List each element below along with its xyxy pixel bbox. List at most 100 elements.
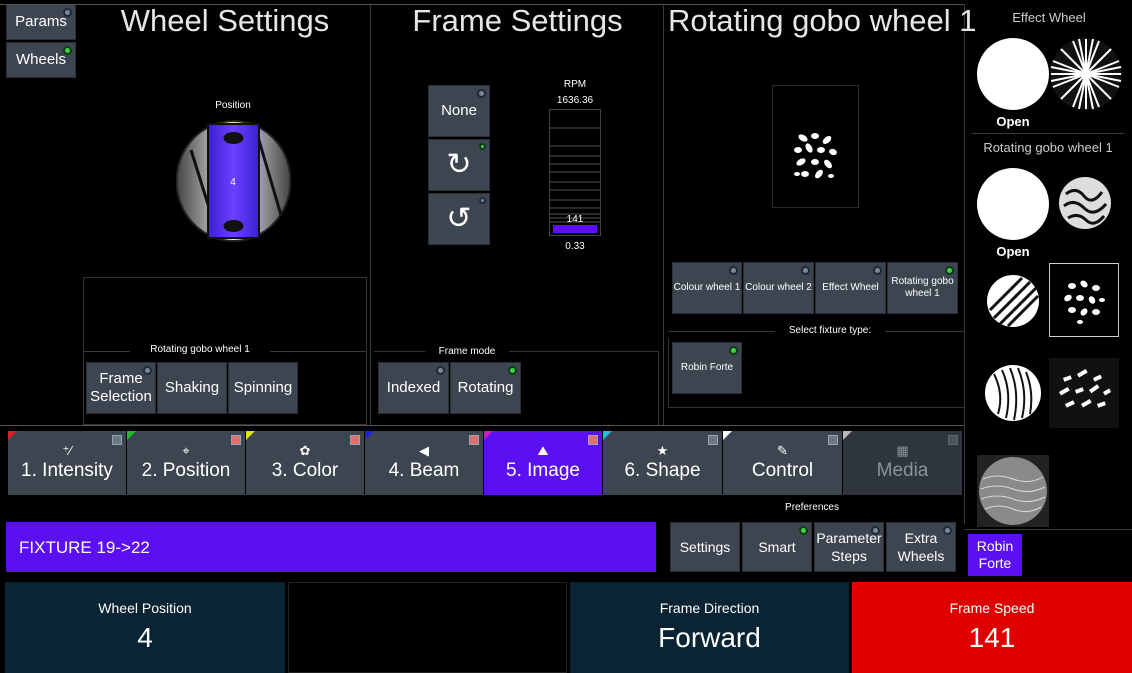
status-dot (729, 266, 738, 275)
effect-open-gobo[interactable] (977, 38, 1049, 110)
rotating-gobo-wheel-label: Rotating gobo wheel 1 (891, 276, 954, 299)
command-line[interactable]: FIXTURE 19->22 (6, 522, 656, 572)
gobo-wavy[interactable] (984, 364, 1042, 422)
status-dot (63, 46, 72, 55)
frame-speed-value: 141 (968, 622, 1016, 653)
frame-settings-title: Frame Settings (412, 3, 623, 38)
rotate-counterclockwise-icon: ↺ (446, 202, 472, 235)
gobo-squiggle[interactable] (1058, 176, 1112, 230)
colour-wheel-1-label: Colour wheel 1 (673, 282, 741, 293)
tab-indicator (350, 435, 360, 445)
image-icon: ⛰ (537, 443, 549, 458)
wheel-group-label: Rotating gobo wheel 1 (130, 344, 270, 355)
position-value: 4 (230, 177, 236, 188)
star-icon: ★ (656, 443, 669, 458)
rotating-gobo-title: Rotating gobo wheel 1 (668, 3, 977, 38)
tab-indicator (231, 435, 241, 445)
rotating-gobo-wheel-button[interactable]: Rotating gobo wheel 1 (887, 262, 958, 314)
colour-wheel-2-label: Colour wheel 2 (745, 282, 812, 293)
empty-status-box (288, 582, 567, 673)
shaking-label: Shaking (164, 379, 220, 396)
tab-indicator (708, 435, 718, 445)
position-label: Position (215, 100, 251, 111)
frame-direction-label: Frame Direction (659, 600, 760, 616)
none-button[interactable]: None (428, 85, 490, 137)
rpm-min: 0.33 (565, 241, 585, 252)
effect-open-label: Open (996, 114, 1030, 129)
tab-indicator (112, 435, 122, 445)
tab-image[interactable]: ⛰ 5. Image (484, 431, 602, 495)
frame-mode-label: Frame mode (425, 346, 509, 357)
spinning-button[interactable]: Spinning (228, 362, 298, 414)
status-dot (436, 366, 445, 375)
tab-label: 4. Beam (388, 460, 460, 481)
frame-selection-button[interactable]: Frame Selection (86, 362, 156, 414)
tab-indicator (948, 435, 958, 445)
tab-position[interactable]: ⌖ 2. Position (127, 431, 245, 495)
frame-direction-box[interactable]: Frame Direction Forward (570, 582, 849, 673)
corner-marker (603, 431, 612, 440)
status-dot (871, 526, 880, 535)
corner-marker (843, 431, 852, 440)
rotating-label: Rotating (457, 379, 514, 396)
indexed-button[interactable]: Indexed (378, 362, 449, 414)
divider (964, 4, 965, 524)
tab-indicator (588, 435, 598, 445)
fixture-list-panel (668, 338, 964, 408)
gobo-stripes[interactable] (986, 274, 1040, 328)
shaking-button[interactable]: Shaking (157, 362, 227, 414)
tab-label: Control (751, 460, 814, 481)
fixture-robin-forte[interactable]: Robin Forte (968, 534, 1022, 576)
tab-label: 2. Position (141, 460, 231, 481)
corner-marker (484, 431, 493, 440)
smart-button[interactable]: Smart (742, 522, 812, 572)
corner-marker (8, 431, 17, 440)
gobo-texture[interactable] (977, 455, 1049, 527)
corner-marker (365, 431, 374, 440)
frame-speed-label: Frame Speed (949, 600, 1035, 616)
tab-color[interactable]: ✿ 3. Color (246, 431, 364, 495)
gobo-fragments[interactable] (1049, 358, 1119, 428)
effect-wheel-palette-label: Effect Wheel (1012, 10, 1086, 25)
settings-button[interactable]: Settings (670, 522, 740, 572)
parameter-steps-button[interactable]: Parameter Steps (814, 522, 884, 572)
extra-wheels-button[interactable]: Extra Wheels (886, 522, 956, 572)
beam-icon: ◀ (419, 443, 429, 458)
rotating-button[interactable]: Rotating (450, 362, 521, 414)
tab-control[interactable]: ✎ Control (723, 431, 842, 495)
wheel-settings-title: Wheel Settings (120, 3, 330, 38)
rotating-open-label: Open (996, 244, 1030, 259)
tab-media[interactable]: ▦ Media (843, 431, 962, 495)
rotate-clockwise-button[interactable]: ↻ (428, 139, 490, 191)
status-dot (945, 266, 954, 275)
status-dot (479, 143, 486, 150)
smart-label: Smart (758, 539, 796, 555)
colour-wheel-2-button[interactable]: Colour wheel 2 (743, 262, 814, 314)
rpm-label: RPM (563, 79, 587, 90)
params-button[interactable]: Params (6, 4, 76, 40)
media-icon: ▦ (896, 443, 909, 458)
wheels-button[interactable]: Wheels (6, 42, 76, 78)
wheel-position-box[interactable]: Wheel Position 4 (5, 582, 285, 673)
effect-wheel-button[interactable]: Effect Wheel (815, 262, 886, 314)
none-label: None (441, 102, 477, 119)
position-icon: ⌖ (182, 443, 190, 458)
tab-shape[interactable]: ★ 6. Shape (603, 431, 722, 495)
frame-speed-box[interactable]: Frame Speed 141 (852, 582, 1132, 673)
indexed-label: Indexed (386, 379, 441, 396)
tab-indicator (828, 435, 838, 445)
rotate-counterclockwise-button[interactable]: ↺ (428, 193, 490, 245)
tab-beam[interactable]: ◀ 4. Beam (365, 431, 483, 495)
rotating-open-gobo[interactable] (977, 168, 1049, 240)
divider (964, 529, 1132, 530)
wheels-label: Wheels (15, 51, 67, 68)
tab-label: Media (876, 460, 929, 481)
status-dot (943, 526, 952, 535)
sunburst-gobo[interactable] (1049, 37, 1123, 111)
corner-marker (127, 431, 136, 440)
rpm-value: 141 (566, 214, 584, 225)
tab-intensity[interactable]: ⁺∕ 1. Intensity (8, 431, 126, 495)
status-dot (143, 366, 152, 375)
gobo-selected-leaves[interactable] (1049, 263, 1119, 337)
colour-wheel-1-button[interactable]: Colour wheel 1 (672, 262, 742, 314)
